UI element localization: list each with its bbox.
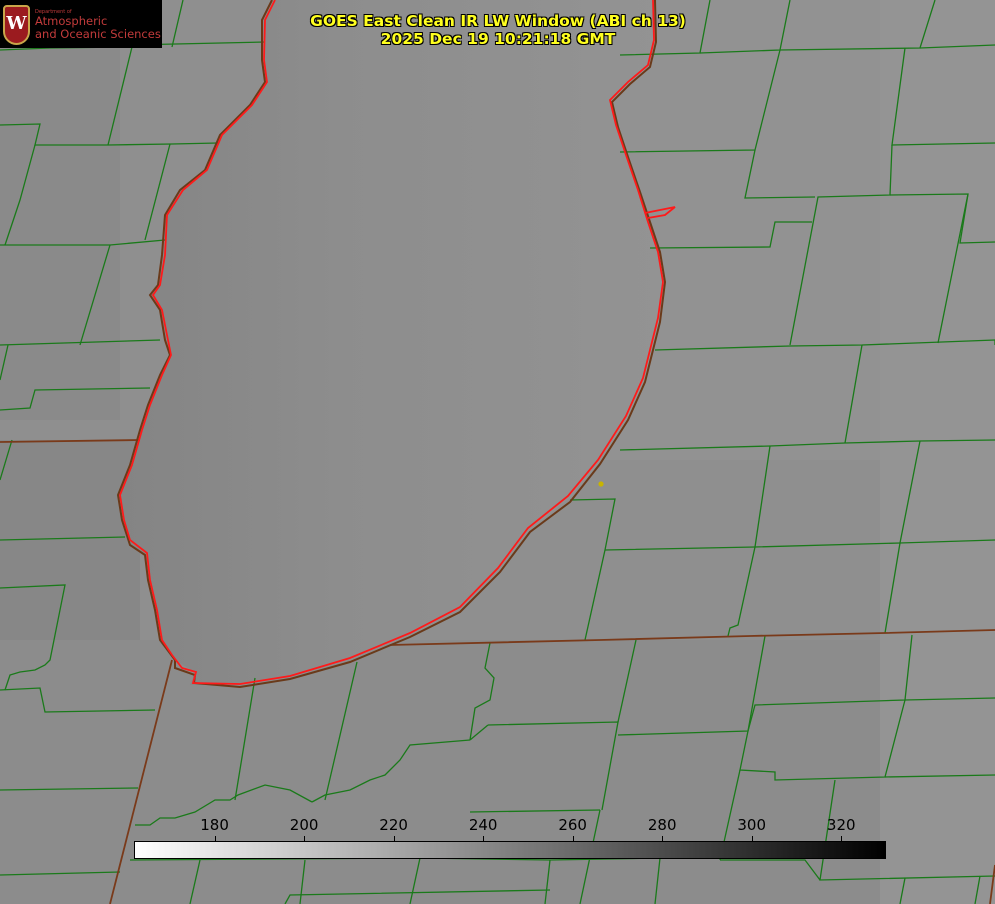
image-timestamp: 2025 Dec 19 10:21:18 GMT	[380, 30, 616, 48]
satellite-image	[0, 0, 995, 904]
colorbar-tick-label: 320	[826, 816, 856, 834]
image-title: GOES East Clean IR LW Window (ABI ch 13)	[310, 12, 686, 30]
uw-aos-logo: W Department of Atmospheric and Oceanic …	[0, 0, 162, 48]
logo-name-line1: Atmospheric	[35, 14, 108, 28]
crest-icon: W	[3, 5, 30, 45]
logo-name-line2: and Oceanic Sciences	[35, 27, 161, 41]
colorbar-tick-mark	[483, 836, 485, 841]
colorbar-tick-label: 300	[737, 816, 767, 834]
colorbar-tick-label: 200	[289, 816, 319, 834]
colorbar-tick-label: 180	[200, 816, 229, 834]
colorbar-tick-label: 240	[468, 816, 498, 834]
colorbar-tick-mark	[572, 836, 574, 841]
colorbar	[134, 841, 886, 859]
colorbar-tick-mark	[751, 836, 753, 841]
colorbar-tick-mark	[214, 836, 216, 841]
colorbar-tick-label: 260	[558, 816, 587, 834]
satellite-view: W Department of Atmospheric and Oceanic …	[0, 0, 995, 904]
colorbar-tick-mark	[393, 836, 395, 841]
colorbar-tick-label: 280	[647, 816, 677, 834]
colorbar-tick-label: 220	[379, 816, 408, 834]
location-marker	[598, 481, 604, 487]
colorbar-tick-mark	[662, 836, 664, 841]
colorbar-tick-mark	[841, 836, 843, 841]
colorbar-tick-mark	[304, 836, 306, 841]
